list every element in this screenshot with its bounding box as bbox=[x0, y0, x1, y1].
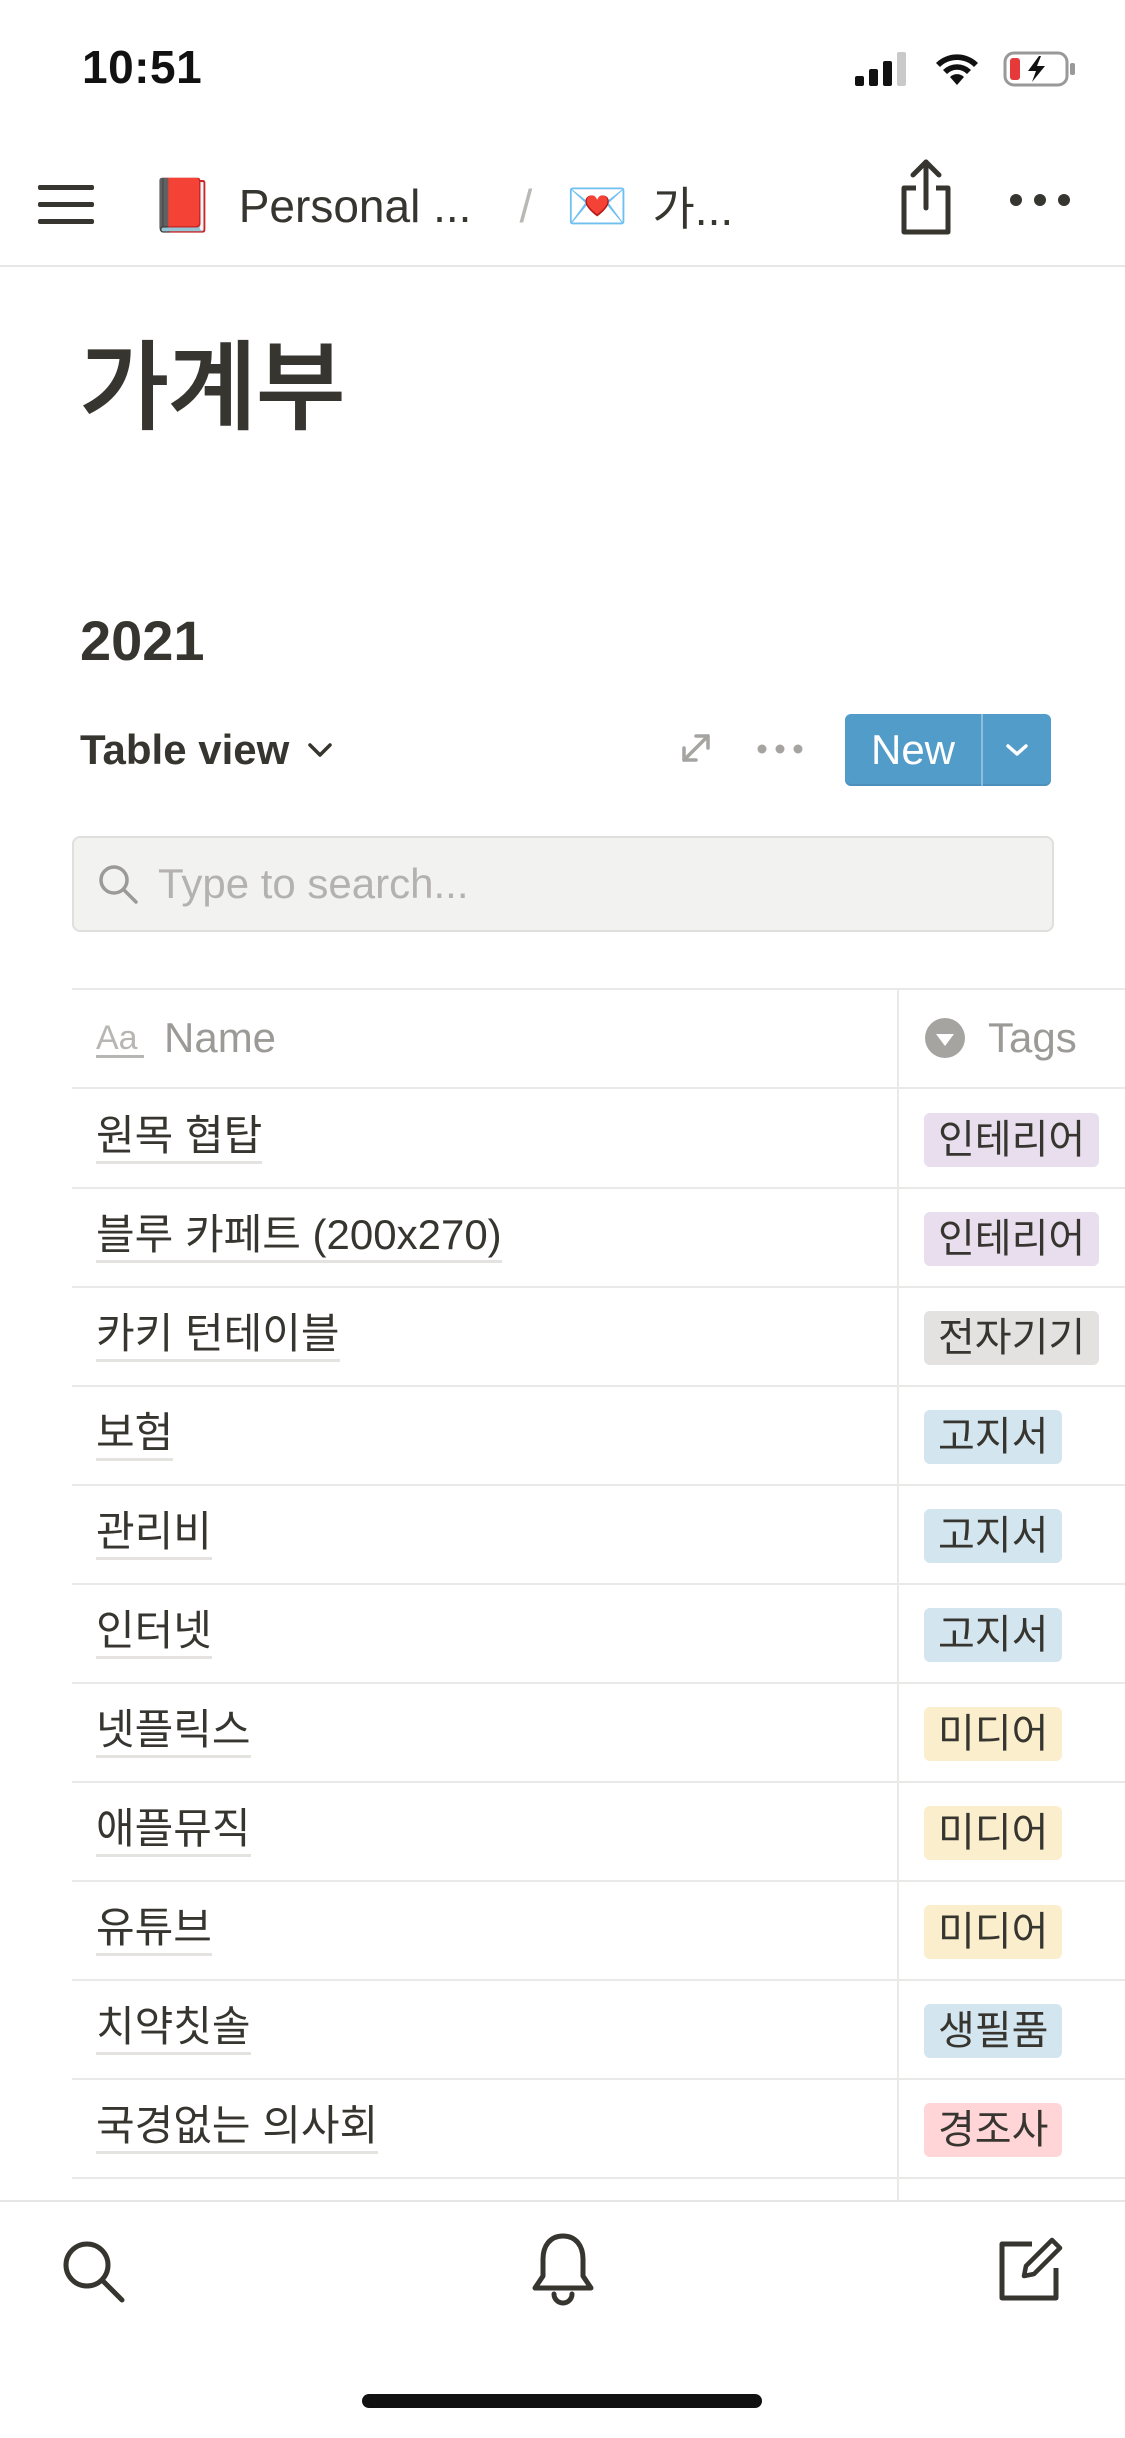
row-name[interactable]: 블루 카페트 (200x270) bbox=[96, 1210, 502, 1263]
column-header-tags[interactable]: Tags bbox=[924, 988, 1077, 1088]
hamburger-menu-icon bbox=[38, 185, 94, 224]
column-header-label: Tags bbox=[988, 1014, 1077, 1061]
chevron-down-icon bbox=[1006, 744, 1028, 756]
love-letter-emoji-icon: 💌 bbox=[566, 178, 629, 234]
new-dropdown-button[interactable] bbox=[983, 714, 1051, 786]
more-horizontal-icon bbox=[757, 744, 803, 754]
row-name[interactable]: 카키 턴테이블 bbox=[96, 1309, 340, 1362]
search-tab-button[interactable] bbox=[60, 2238, 126, 2304]
column-header-name[interactable]: Aa Name bbox=[96, 988, 276, 1088]
table-row[interactable]: 유튜브 미디어 bbox=[72, 1881, 1125, 1980]
home-indicator bbox=[362, 2394, 762, 2408]
search-icon bbox=[99, 865, 138, 904]
status-icons bbox=[855, 48, 1077, 90]
row-name[interactable]: 관리비 bbox=[96, 1507, 212, 1560]
share-button[interactable] bbox=[896, 156, 956, 236]
table-row[interactable]: 치약칫솔 생필품 bbox=[72, 1980, 1125, 2079]
column-header-label: Name bbox=[164, 1014, 277, 1061]
title-property-icon: Aa bbox=[96, 1019, 144, 1058]
row-name[interactable]: 보험 bbox=[96, 1408, 174, 1461]
table-row[interactable]: 원목 협탑 인테리어 bbox=[72, 1089, 1125, 1188]
breadcrumb-label: Personal ... bbox=[238, 180, 472, 232]
select-property-icon bbox=[925, 1018, 965, 1058]
table-row[interactable]: 애플뮤직 미디어 bbox=[72, 1782, 1125, 1881]
view-options-button[interactable] bbox=[756, 742, 804, 756]
page-title: 가계부 bbox=[80, 335, 345, 442]
battery-charging-icon bbox=[1003, 51, 1075, 87]
new-button-group: New bbox=[845, 714, 1051, 786]
breadcrumb-item-personal[interactable]: 📕 Personal ... bbox=[150, 179, 471, 233]
breadcrumb: 📕 Personal ... / 💌 가... bbox=[150, 168, 733, 244]
row-tag: 고지서 bbox=[924, 1608, 1063, 1662]
search-input[interactable] bbox=[158, 860, 1018, 908]
bell-icon bbox=[532, 2233, 594, 2306]
row-tag: 인테리어 bbox=[924, 1212, 1100, 1266]
row-divider bbox=[72, 2177, 1125, 2179]
row-name[interactable]: 치약칫솔 bbox=[96, 2002, 251, 2055]
expand-view-button[interactable] bbox=[678, 730, 714, 766]
search-box bbox=[72, 836, 1054, 932]
search-icon bbox=[63, 2241, 125, 2303]
row-name[interactable]: 넷플릭스 bbox=[96, 1705, 251, 1758]
row-tag: 고지서 bbox=[924, 1410, 1063, 1464]
notifications-tab-button[interactable] bbox=[530, 2232, 596, 2306]
row-tag: 고지서 bbox=[924, 1509, 1063, 1563]
wifi-icon bbox=[936, 54, 978, 85]
table-row[interactable]: 넷플릭스 미디어 bbox=[72, 1683, 1125, 1782]
view-selector[interactable]: Table view bbox=[80, 720, 333, 780]
row-tag: 전자기기 bbox=[924, 1311, 1100, 1365]
more-options-button[interactable] bbox=[1008, 190, 1072, 210]
row-tag: 인테리어 bbox=[924, 1113, 1100, 1167]
share-icon bbox=[901, 159, 951, 235]
top-navigation: 📕 Personal ... / 💌 가... bbox=[0, 150, 1125, 267]
row-tag: 미디어 bbox=[924, 1707, 1063, 1761]
chevron-down-icon bbox=[308, 743, 333, 757]
menu-button[interactable] bbox=[38, 176, 94, 232]
view-label: Table view bbox=[80, 726, 290, 773]
new-button[interactable]: New bbox=[845, 714, 981, 786]
row-tag: 미디어 bbox=[924, 1806, 1063, 1860]
expand-arrows-icon bbox=[682, 734, 710, 762]
status-time: 10:51 bbox=[82, 41, 203, 93]
cellular-signal-icon bbox=[855, 52, 906, 86]
breadcrumb-separator: / bbox=[519, 180, 533, 232]
breadcrumb-label: 가... bbox=[652, 183, 734, 235]
table-row[interactable]: 국경없는 의사회 경조사 bbox=[72, 2079, 1125, 2178]
new-page-tab-button[interactable] bbox=[996, 2236, 1064, 2304]
table-row[interactable]: 블루 카페트 (200x270) 인테리어 bbox=[72, 1188, 1125, 1287]
book-emoji-icon: 📕 bbox=[150, 177, 215, 235]
database-title: 2021 bbox=[80, 609, 205, 672]
svg-text:Aa: Aa bbox=[96, 1019, 138, 1057]
row-name[interactable]: 원목 협탑 bbox=[96, 1111, 263, 1164]
row-tag: 미디어 bbox=[924, 1905, 1063, 1959]
more-horizontal-icon bbox=[1010, 194, 1070, 206]
table-row[interactable]: 카키 턴테이블 전자기기 bbox=[72, 1287, 1125, 1386]
row-tag: 경조사 bbox=[924, 2103, 1063, 2157]
table-row[interactable]: 보험 고지서 bbox=[72, 1386, 1125, 1485]
row-name[interactable]: 유튜브 bbox=[96, 1903, 212, 1956]
compose-icon bbox=[999, 2237, 1063, 2301]
row-name[interactable]: 국경없는 의사회 bbox=[96, 2101, 379, 2154]
table-row[interactable]: 관리비 고지서 bbox=[72, 1485, 1125, 1584]
row-tag: 생필품 bbox=[924, 2004, 1063, 2058]
row-name[interactable]: 인터넷 bbox=[96, 1606, 212, 1659]
breadcrumb-item-current[interactable]: 💌 가... bbox=[566, 173, 733, 239]
table-row[interactable]: 인터넷 고지서 bbox=[72, 1584, 1125, 1683]
row-name[interactable]: 애플뮤직 bbox=[96, 1804, 251, 1857]
